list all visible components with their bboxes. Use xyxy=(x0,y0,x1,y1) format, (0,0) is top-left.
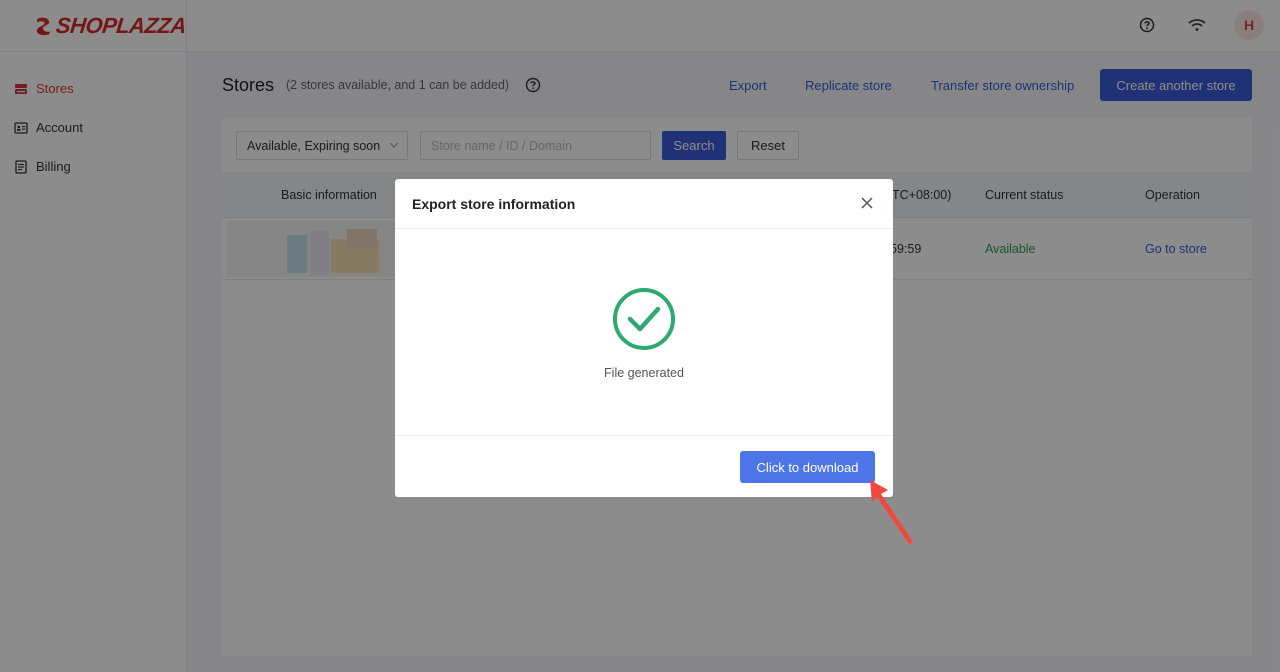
download-button[interactable]: Click to download xyxy=(740,451,875,483)
export-modal: Export store information File generated … xyxy=(395,179,893,497)
annotation-arrow-icon xyxy=(870,480,913,544)
modal-title: Export store information xyxy=(412,196,576,212)
modal-footer: Click to download xyxy=(395,435,893,497)
modal-message: File generated xyxy=(604,366,684,380)
check-circle-icon xyxy=(613,288,675,350)
close-icon[interactable] xyxy=(860,196,874,210)
modal-header: Export store information xyxy=(395,179,893,229)
